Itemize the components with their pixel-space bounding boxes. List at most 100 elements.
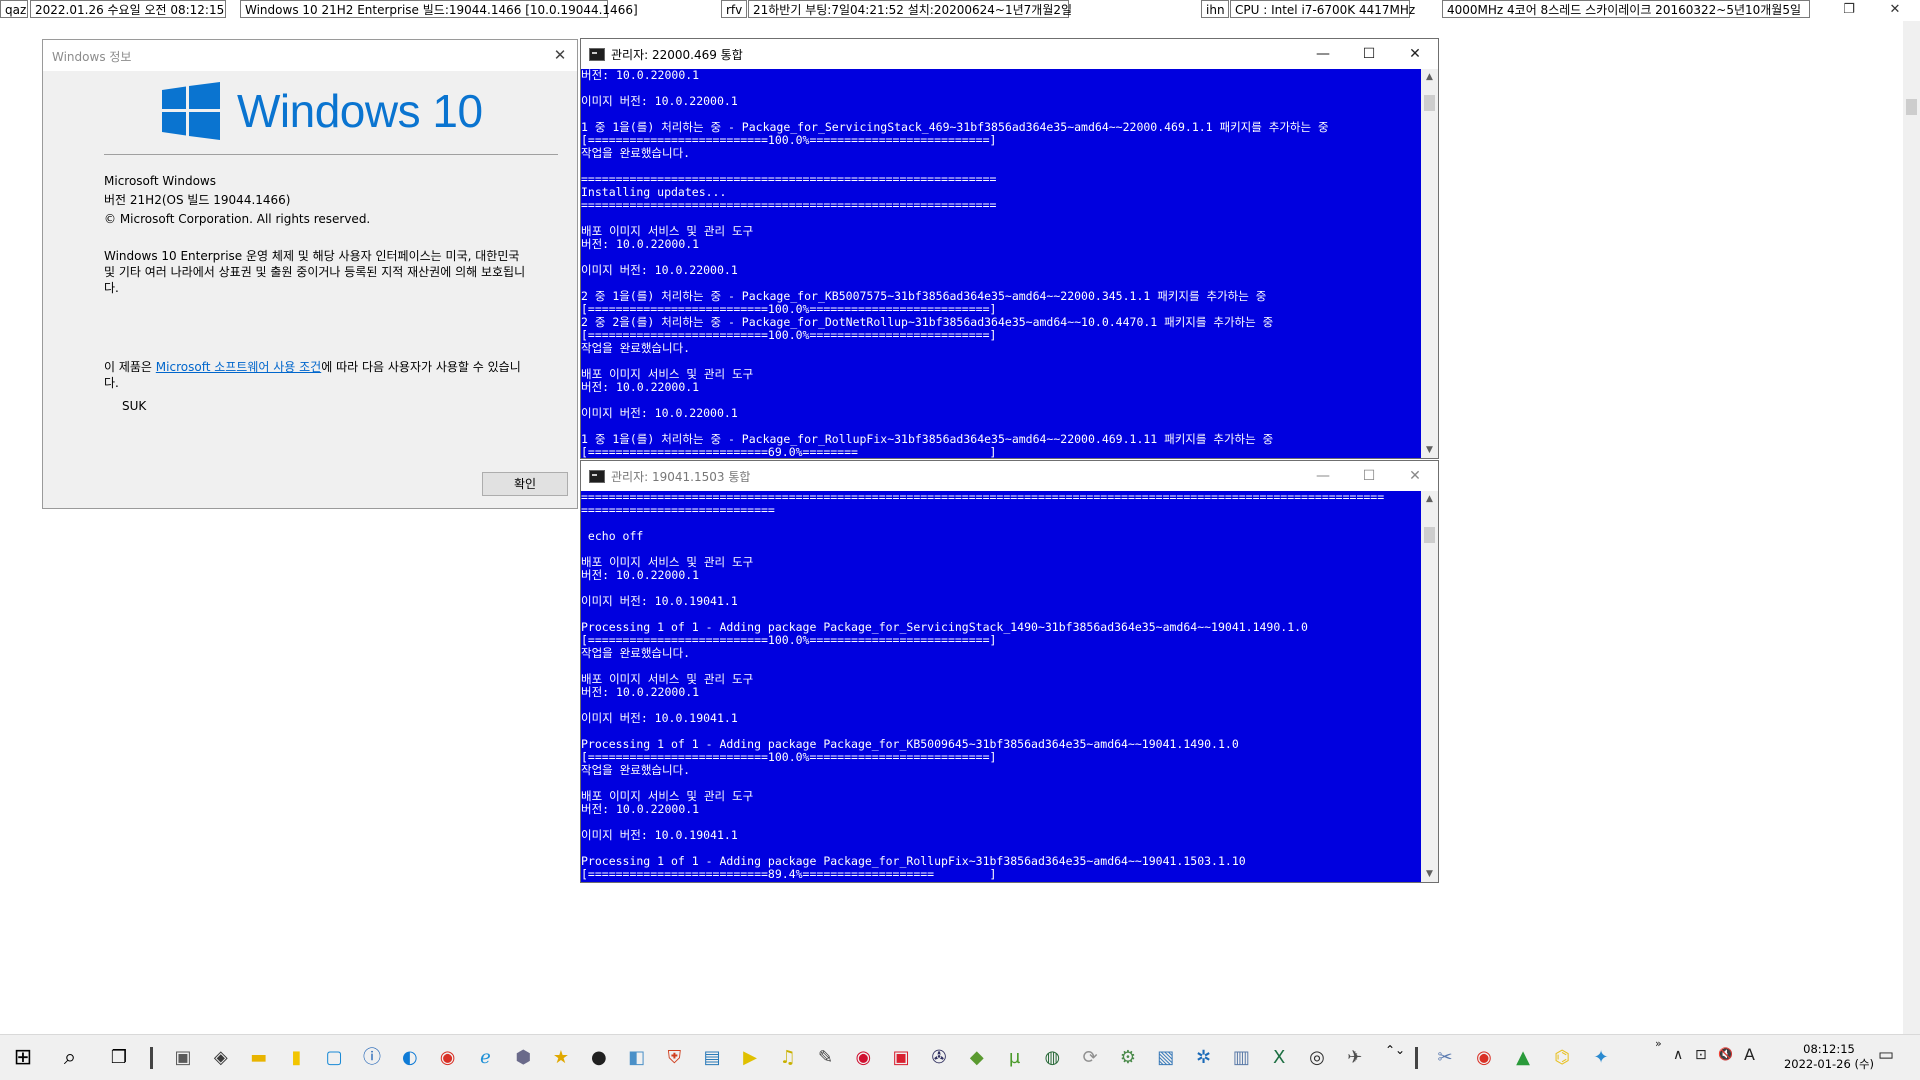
console-line: 작업을 완료했습니다.	[581, 341, 691, 355]
console2-scroll-thumb[interactable]	[1424, 527, 1435, 543]
console1-minimize-button[interactable]: —	[1300, 39, 1346, 69]
scroll-up-arrow-icon[interactable]: ▲	[1421, 491, 1438, 507]
tray-up-arrow-icon[interactable]: ∧	[1673, 1047, 1683, 1063]
console-line: [==========================100.0%=======…	[581, 750, 997, 764]
scroll-down-arrow-icon[interactable]: ▼	[1421, 442, 1438, 458]
console-line: 작업을 완료했습니다.	[581, 763, 691, 777]
volume-muted-icon[interactable]: 🔇	[1718, 1047, 1733, 1061]
paint-icon[interactable]: ✦	[1586, 1043, 1616, 1073]
map-icon[interactable]: ◆	[962, 1043, 992, 1073]
plane-icon[interactable]: ✈	[1340, 1043, 1370, 1073]
cube-icon[interactable]: ⬢	[508, 1043, 538, 1073]
document-icon[interactable]: ▧	[1151, 1043, 1181, 1073]
edge-icon[interactable]: ◐	[395, 1043, 425, 1073]
taskbar-chevron-icon[interactable]: ⌃⌄	[1380, 1043, 1410, 1073]
console2-minimize-button[interactable]: —	[1300, 461, 1346, 491]
windows-logo-icon	[162, 82, 220, 140]
mp3-icon[interactable]: ♫	[773, 1043, 803, 1073]
about-close-button[interactable]: ✕	[543, 40, 577, 71]
console-line: [==========================69.0%========…	[581, 445, 997, 459]
info-icon[interactable]: ⓘ	[357, 1043, 387, 1073]
status-cell-os-build[interactable]: Windows 10 21H2 Enterprise 빌드:19044.1466…	[240, 0, 638, 18]
console2-titlebar[interactable]: 관리자: 19041.1503 통합 — ☐ ✕	[581, 461, 1438, 491]
edit-icon[interactable]: ✎	[811, 1043, 841, 1073]
gear-icon[interactable]: ✲	[1189, 1043, 1219, 1073]
status-cell-cpu[interactable]: CPU : Intel i7-6700K 4417MHz	[1230, 0, 1415, 18]
console-line: 버전: 10.0.22000.1	[581, 237, 700, 251]
console2-scrollbar[interactable]: ▲ ▼	[1421, 491, 1438, 882]
legal-text: Windows 10 Enterprise 운영 체제 및 해당 사용자 인터페…	[104, 249, 526, 295]
console1-scroll-thumb[interactable]	[1424, 95, 1435, 111]
console-line: ============================	[581, 503, 775, 517]
status-cell-qaz[interactable]: qaz	[0, 0, 28, 18]
about-titlebar[interactable]: Windows 정보 ✕	[43, 40, 577, 71]
console2-close-button[interactable]: ✕	[1392, 461, 1438, 491]
network-icon[interactable]: ◈	[206, 1043, 236, 1073]
drive-icon[interactable]: ▲	[1508, 1043, 1538, 1073]
licensed-user: SUK	[122, 399, 147, 413]
status-cell-memory[interactable]: 4000MHz 4코어 8스레드 스카이레이크 20160322~5년10개월5…	[1442, 0, 1810, 18]
remote-icon[interactable]: ▤	[697, 1043, 727, 1073]
console2-output[interactable]: ========================================…	[581, 491, 1421, 882]
restore-button[interactable]: ❐	[1826, 0, 1872, 20]
chrome-pinned-icon[interactable]: ◉	[1469, 1043, 1499, 1073]
excel-icon[interactable]: X	[1264, 1043, 1294, 1073]
search-icon[interactable]: ⌕	[55, 1043, 85, 1073]
console1-maximize-button[interactable]: ☐	[1346, 39, 1392, 69]
snip-icon[interactable]: ▢	[319, 1043, 349, 1073]
tray-more-icon[interactable]: »	[1655, 1037, 1662, 1050]
tool-icon[interactable]: ✇	[924, 1043, 954, 1073]
sync-icon[interactable]: ⟳	[1075, 1043, 1105, 1073]
taskbar-separator	[150, 1047, 153, 1069]
ok-button[interactable]: 확인	[482, 472, 568, 496]
file-explorer-icon[interactable]: ▬	[244, 1043, 274, 1073]
console1-output[interactable]: 버전: 10.0.22000.1 이미지 버전: 10.0.22000.1 1 중 …	[581, 69, 1421, 458]
status-cell-ihn[interactable]: ihn	[1201, 0, 1229, 18]
console1-scrollbar[interactable]: ▲ ▼	[1421, 69, 1438, 458]
task-view-icon[interactable]: ❐	[104, 1043, 134, 1073]
taskbar-clock[interactable]: 08:12:15 2022-01-26 (수)	[1783, 1042, 1875, 1072]
player-icon[interactable]: ▶	[735, 1043, 765, 1073]
console1-close-button[interactable]: ✕	[1392, 39, 1438, 69]
scissors-icon[interactable]: ✂	[1430, 1043, 1460, 1073]
console-line: 이미지 버전: 10.0.22000.1	[581, 263, 738, 277]
torrent-icon[interactable]: µ	[1000, 1043, 1030, 1073]
clock-date: 2022-01-26 (수)	[1783, 1057, 1875, 1071]
start-button[interactable]: ⊞	[8, 1043, 38, 1073]
console-line: 작업을 완료했습니다.	[581, 146, 691, 160]
console2-maximize-button[interactable]: ☐	[1346, 461, 1392, 491]
status-cell-uptime[interactable]: 21하반기 부팅:7일04:21:52 설치:20200624~1년7개월2일	[748, 0, 1072, 18]
about-windows-dialog: Windows 정보 ✕ Windows 10 Microsoft Window…	[42, 39, 578, 509]
star-icon[interactable]: ★	[546, 1043, 576, 1073]
media-icon[interactable]: ●	[584, 1043, 614, 1073]
settings-app-icon[interactable]: ⚙	[1113, 1043, 1143, 1073]
scroll-down-arrow-icon[interactable]: ▼	[1421, 866, 1438, 882]
status-cell-datetime[interactable]: 2022.01.26 수요일 오전 08:12:15	[30, 0, 226, 18]
console1-titlebar[interactable]: 관리자: 22000.469 통합 — ☐ ✕	[581, 39, 1438, 69]
app-icon[interactable]: ◧	[622, 1043, 652, 1073]
notification-center-icon[interactable]: ▭	[1878, 1045, 1894, 1065]
license-terms-link[interactable]: Microsoft 소프트웨어 사용 조건	[156, 360, 321, 374]
close-button[interactable]: ✕	[1872, 0, 1918, 20]
console-line: 배포 이미지 서비스 및 관리 도구	[581, 789, 754, 803]
globe-icon[interactable]: ◍	[1037, 1043, 1067, 1073]
scroll-up-arrow-icon[interactable]: ▲	[1421, 69, 1438, 85]
shield-icon[interactable]: ⛨	[659, 1043, 689, 1073]
video-icon[interactable]: ▣	[886, 1043, 916, 1073]
network-tray-icon[interactable]: ⊡	[1695, 1047, 1707, 1063]
ie-icon[interactable]: ℯ	[470, 1043, 500, 1073]
system-tool-icon[interactable]: ▣	[168, 1043, 198, 1073]
taskbar: ⊞ ⌕ ❐ ▣ ◈ ▬ ▮ ▢ ⓘ ◐ ◉ ℯ ⬢ ★ ● ◧ ⛨ ▤ ▶ ♫ ✎ ◉ ▣ ✇ ◆ µ ◍ ⟳ ⚙ ▧ ✲ ▥ X ◎ ✈ ⌃…	[0, 1034, 1920, 1080]
chrome-icon[interactable]: ◉	[433, 1043, 463, 1073]
ime-indicator[interactable]: A	[1744, 1045, 1755, 1064]
console-line: 이미지 버전: 10.0.22000.1	[581, 94, 738, 108]
status-cell-rfv[interactable]: rfv	[721, 0, 747, 18]
page-scroll-thumb[interactable]	[1906, 99, 1917, 115]
capture-icon[interactable]: ◎	[1302, 1043, 1332, 1073]
folder-pinned-icon[interactable]: ⌬	[1547, 1043, 1577, 1073]
page-scrollbar[interactable]	[1903, 21, 1920, 1034]
record-icon[interactable]: ◉	[848, 1043, 878, 1073]
database-icon[interactable]: ▥	[1226, 1043, 1256, 1073]
notes-icon[interactable]: ▮	[281, 1043, 311, 1073]
